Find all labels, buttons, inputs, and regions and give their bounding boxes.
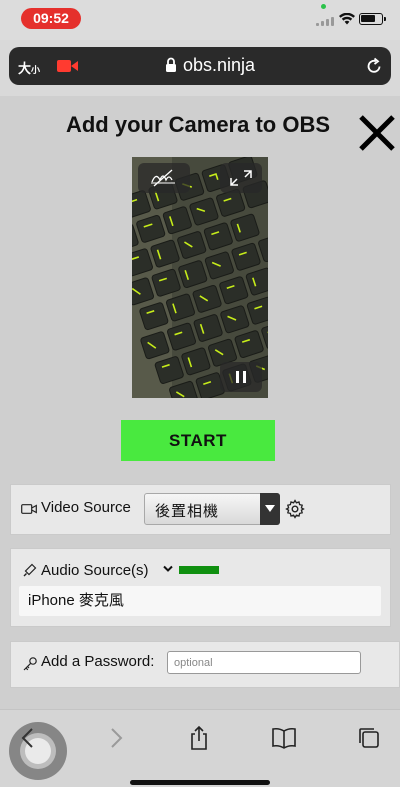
pause-button[interactable] xyxy=(220,362,262,392)
url-text[interactable]: obs.ninja xyxy=(183,55,255,76)
start-button[interactable]: START xyxy=(121,420,275,461)
video-source-label: Video Source xyxy=(41,499,131,516)
web-content: Add your Camera to OBS START Video Sourc… xyxy=(0,96,400,709)
chevron-down-icon[interactable] xyxy=(162,564,174,574)
password-panel: Add a Password: xyxy=(10,641,400,688)
key-icon xyxy=(23,657,37,671)
password-input[interactable] xyxy=(167,651,361,674)
share-icon[interactable] xyxy=(186,725,212,751)
dropdown-arrow-icon xyxy=(260,493,280,525)
bookmarks-icon[interactable] xyxy=(271,725,297,751)
audio-source-panel: Audio Source(s) iPhone 麥克風 xyxy=(10,548,391,627)
fullscreen-button[interactable] xyxy=(220,163,262,193)
tabs-icon[interactable] xyxy=(356,725,382,751)
pause-icon xyxy=(236,371,246,383)
audio-device-option[interactable]: iPhone 麥克風 xyxy=(19,586,381,616)
reload-icon[interactable] xyxy=(364,56,384,76)
lock-icon xyxy=(166,57,176,72)
address-bar[interactable]: 大小 obs.ninja xyxy=(9,47,391,85)
gear-icon[interactable] xyxy=(285,499,305,519)
screen-recording-icon[interactable] xyxy=(57,59,79,73)
effects-off-icon xyxy=(151,169,175,187)
effects-button[interactable] xyxy=(138,163,190,193)
fullscreen-icon xyxy=(230,170,252,186)
text-size-button[interactable]: 大小 xyxy=(18,58,40,77)
status-bar: 09:52 xyxy=(0,0,400,40)
camera-icon xyxy=(21,504,37,514)
video-source-panel: Video Source 後置相機 xyxy=(10,484,391,535)
forward-icon[interactable] xyxy=(102,725,128,751)
text-size-large-label: 大 xyxy=(18,61,32,76)
status-time[interactable]: 09:52 xyxy=(21,8,81,29)
page-title: Add your Camera to OBS xyxy=(65,112,331,137)
battery-icon xyxy=(359,13,386,25)
browser-toolbar xyxy=(0,709,400,787)
wifi-icon xyxy=(339,13,355,25)
video-source-select[interactable]: 後置相機 xyxy=(144,493,280,525)
video-source-value: 後置相機 xyxy=(155,503,220,520)
camera-preview[interactable] xyxy=(132,157,268,398)
signal-icon xyxy=(316,14,336,26)
audio-source-label[interactable]: Audio Source(s) xyxy=(41,562,149,579)
close-icon[interactable] xyxy=(357,113,397,153)
audio-level-meter xyxy=(179,566,219,574)
password-label: Add a Password: xyxy=(41,653,155,670)
microphone-icon xyxy=(23,563,37,577)
back-icon[interactable] xyxy=(16,725,42,751)
home-indicator xyxy=(130,780,270,785)
camera-in-use-indicator xyxy=(321,4,326,9)
text-size-small-label: 小 xyxy=(31,65,41,75)
